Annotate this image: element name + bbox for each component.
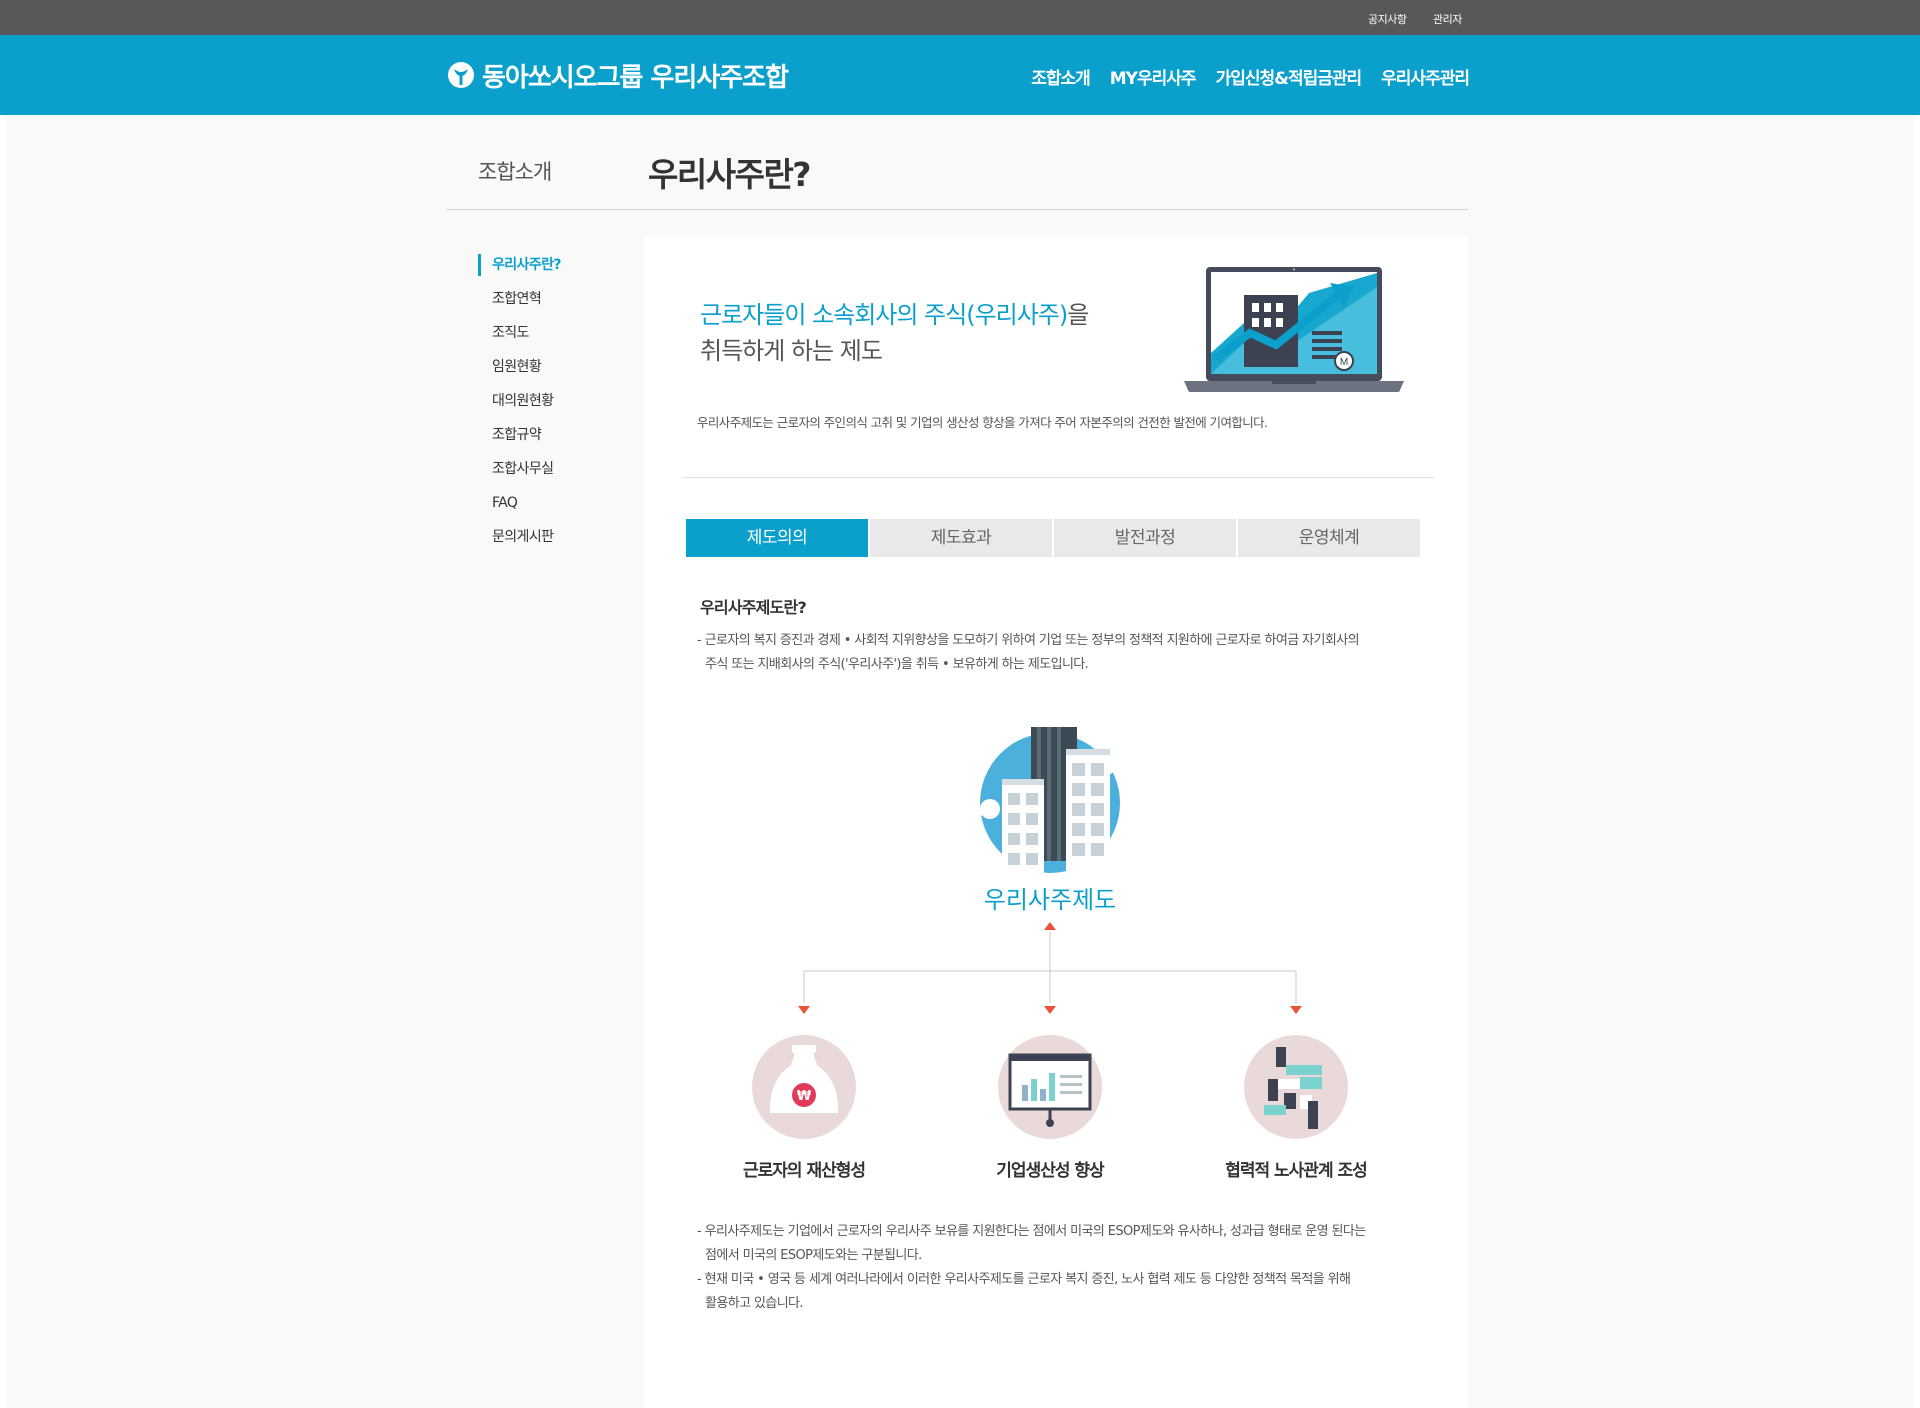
main-nav: 조합소개 MY우리사주 가입신청&적립금관리 우리사주관리 <box>1031 64 1470 89</box>
side-nav-item-officers[interactable]: 임원현황 <box>478 356 608 390</box>
diagram-item-label-2: 기업생산성 향상 <box>996 1160 1105 1181</box>
brand-logo-icon <box>448 62 474 88</box>
notes-line-3: - 현재 미국 • 영국 등 세계 여러나라에서 이러한 우리사주제도를 근로자… <box>697 1272 1351 1287</box>
brand-name: 동아쏘시오그룹 우리사주조합 <box>482 62 789 93</box>
lead-line2: 취득하게 하는 제도 <box>700 337 883 365</box>
lead-line1-suffix: 을 <box>1067 301 1089 329</box>
system-diagram: 우리사주제도 ₩ 근로자의 재산형성 기업생산성 향상 협력적 노사관계 조성 <box>743 727 1368 1181</box>
side-nav-item-faq[interactable]: FAQ <box>478 492 608 526</box>
puzzle-blocks-icon <box>1244 1035 1348 1139</box>
title-divider <box>446 209 1468 210</box>
definition-text: - 근로자의 복지 증진과 경제 • 사회적 지위향상을 도모하기 위하여 기업… <box>697 629 1437 677</box>
side-nav-item-office[interactable]: 조합사무실 <box>478 458 608 492</box>
tab-history[interactable]: 발전과정 <box>1054 519 1236 557</box>
diagram-center-label: 우리사주제도 <box>984 886 1116 914</box>
notes-line-2: 점에서 미국의 ESOP제도와는 구분됩니다. <box>705 1248 922 1263</box>
admin-link[interactable]: 관리자 <box>1433 11 1462 27</box>
side-nav-item-inquiry-board[interactable]: 문의게시판 <box>478 526 608 560</box>
brand-home-link[interactable]: 동아쏘시오그룹 우리사주조합 <box>446 58 789 93</box>
lead-highlight: 근로자들이 소속회사의 주식(우리사주) <box>700 301 1068 329</box>
diagram-item-label-1: 근로자의 재산형성 <box>743 1160 865 1181</box>
down-arrow-icon <box>1290 1006 1302 1014</box>
content-panel: 근로자들이 소속회사의 주식(우리사주)을 취득하게 하는 제도 M 우리사주제… <box>644 237 1468 1408</box>
notice-link[interactable]: 공지사항 <box>1368 11 1407 27</box>
side-nav-item-what-is[interactable]: 우리사주란? <box>478 254 608 288</box>
nav-about[interactable]: 조합소개 <box>1031 64 1091 89</box>
notes-line-4: 활용하고 있습니다. <box>705 1296 804 1311</box>
down-arrow-icon <box>798 1006 810 1014</box>
laptop-growth-illustration: M <box>1184 267 1404 392</box>
tab-effects[interactable]: 제도효과 <box>870 519 1052 557</box>
intro-text: 우리사주제도는 근로자의 주인의식 고취 및 기업의 생산성 향상을 가져다 주… <box>697 415 1268 430</box>
definition-line-2: 주식 또는 지배회사의 주식('우리사주')을 취득 • 보유하게 하는 제도입… <box>705 657 1089 672</box>
page-title: 우리사주란? <box>648 155 811 194</box>
won-symbol: ₩ <box>797 1089 812 1104</box>
tab-operation[interactable]: 운영체계 <box>1238 519 1420 557</box>
notes-line-1: - 우리사주제도는 기업에서 근로자의 우리사주 보유를 지원한다는 점에서 미… <box>697 1224 1366 1239</box>
definition-line-1: - 근로자의 복지 증진과 경제 • 사회적 지위향상을 도모하기 위하여 기업… <box>697 633 1360 648</box>
tab-bar: 제도의의 제도효과 발전과정 운영체계 <box>686 519 1420 557</box>
svg-text:M: M <box>1340 357 1348 368</box>
nav-my-stock[interactable]: MY우리사주 <box>1110 64 1197 89</box>
nav-join-savings[interactable]: 가입신청&적립금관리 <box>1216 64 1363 89</box>
definition-heading: 우리사주제도란? <box>700 598 807 617</box>
lead-text: 근로자들이 소속회사의 주식(우리사주)을 취득하게 하는 제도 <box>700 297 1089 369</box>
presentation-board-icon <box>998 1035 1102 1139</box>
money-bag-icon: ₩ <box>752 1035 856 1139</box>
header: 동아쏘시오그룹 우리사주조합 조합소개 MY우리사주 가입신청&적립금관리 우리… <box>0 35 1920 115</box>
side-nav-item-history[interactable]: 조합연혁 <box>478 288 608 322</box>
utility-bar: 공지사항 관리자 <box>0 0 1920 35</box>
nav-stock-manage[interactable]: 우리사주관리 <box>1381 64 1470 89</box>
section-title: 조합소개 <box>478 160 552 184</box>
building-icon <box>971 727 1125 875</box>
down-arrow-icon <box>1044 1006 1056 1014</box>
notes-text: - 우리사주제도는 기업에서 근로자의 우리사주 보유를 지원한다는 점에서 미… <box>697 1220 1437 1316</box>
tab-meaning[interactable]: 제도의의 <box>686 519 868 557</box>
diagram-item-label-3: 협력적 노사관계 조성 <box>1225 1160 1367 1181</box>
side-nav-item-org-chart[interactable]: 조직도 <box>478 322 608 356</box>
diagram-connectors <box>803 932 1297 1003</box>
side-nav: 우리사주란? 조합연혁 조직도 임원현황 대의원현황 조합규약 조합사무실 FA… <box>478 254 608 560</box>
side-nav-item-delegates[interactable]: 대의원현황 <box>478 390 608 424</box>
up-arrow-icon <box>1044 922 1056 930</box>
side-nav-item-bylaws[interactable]: 조합규약 <box>478 424 608 458</box>
content-divider <box>682 477 1434 478</box>
